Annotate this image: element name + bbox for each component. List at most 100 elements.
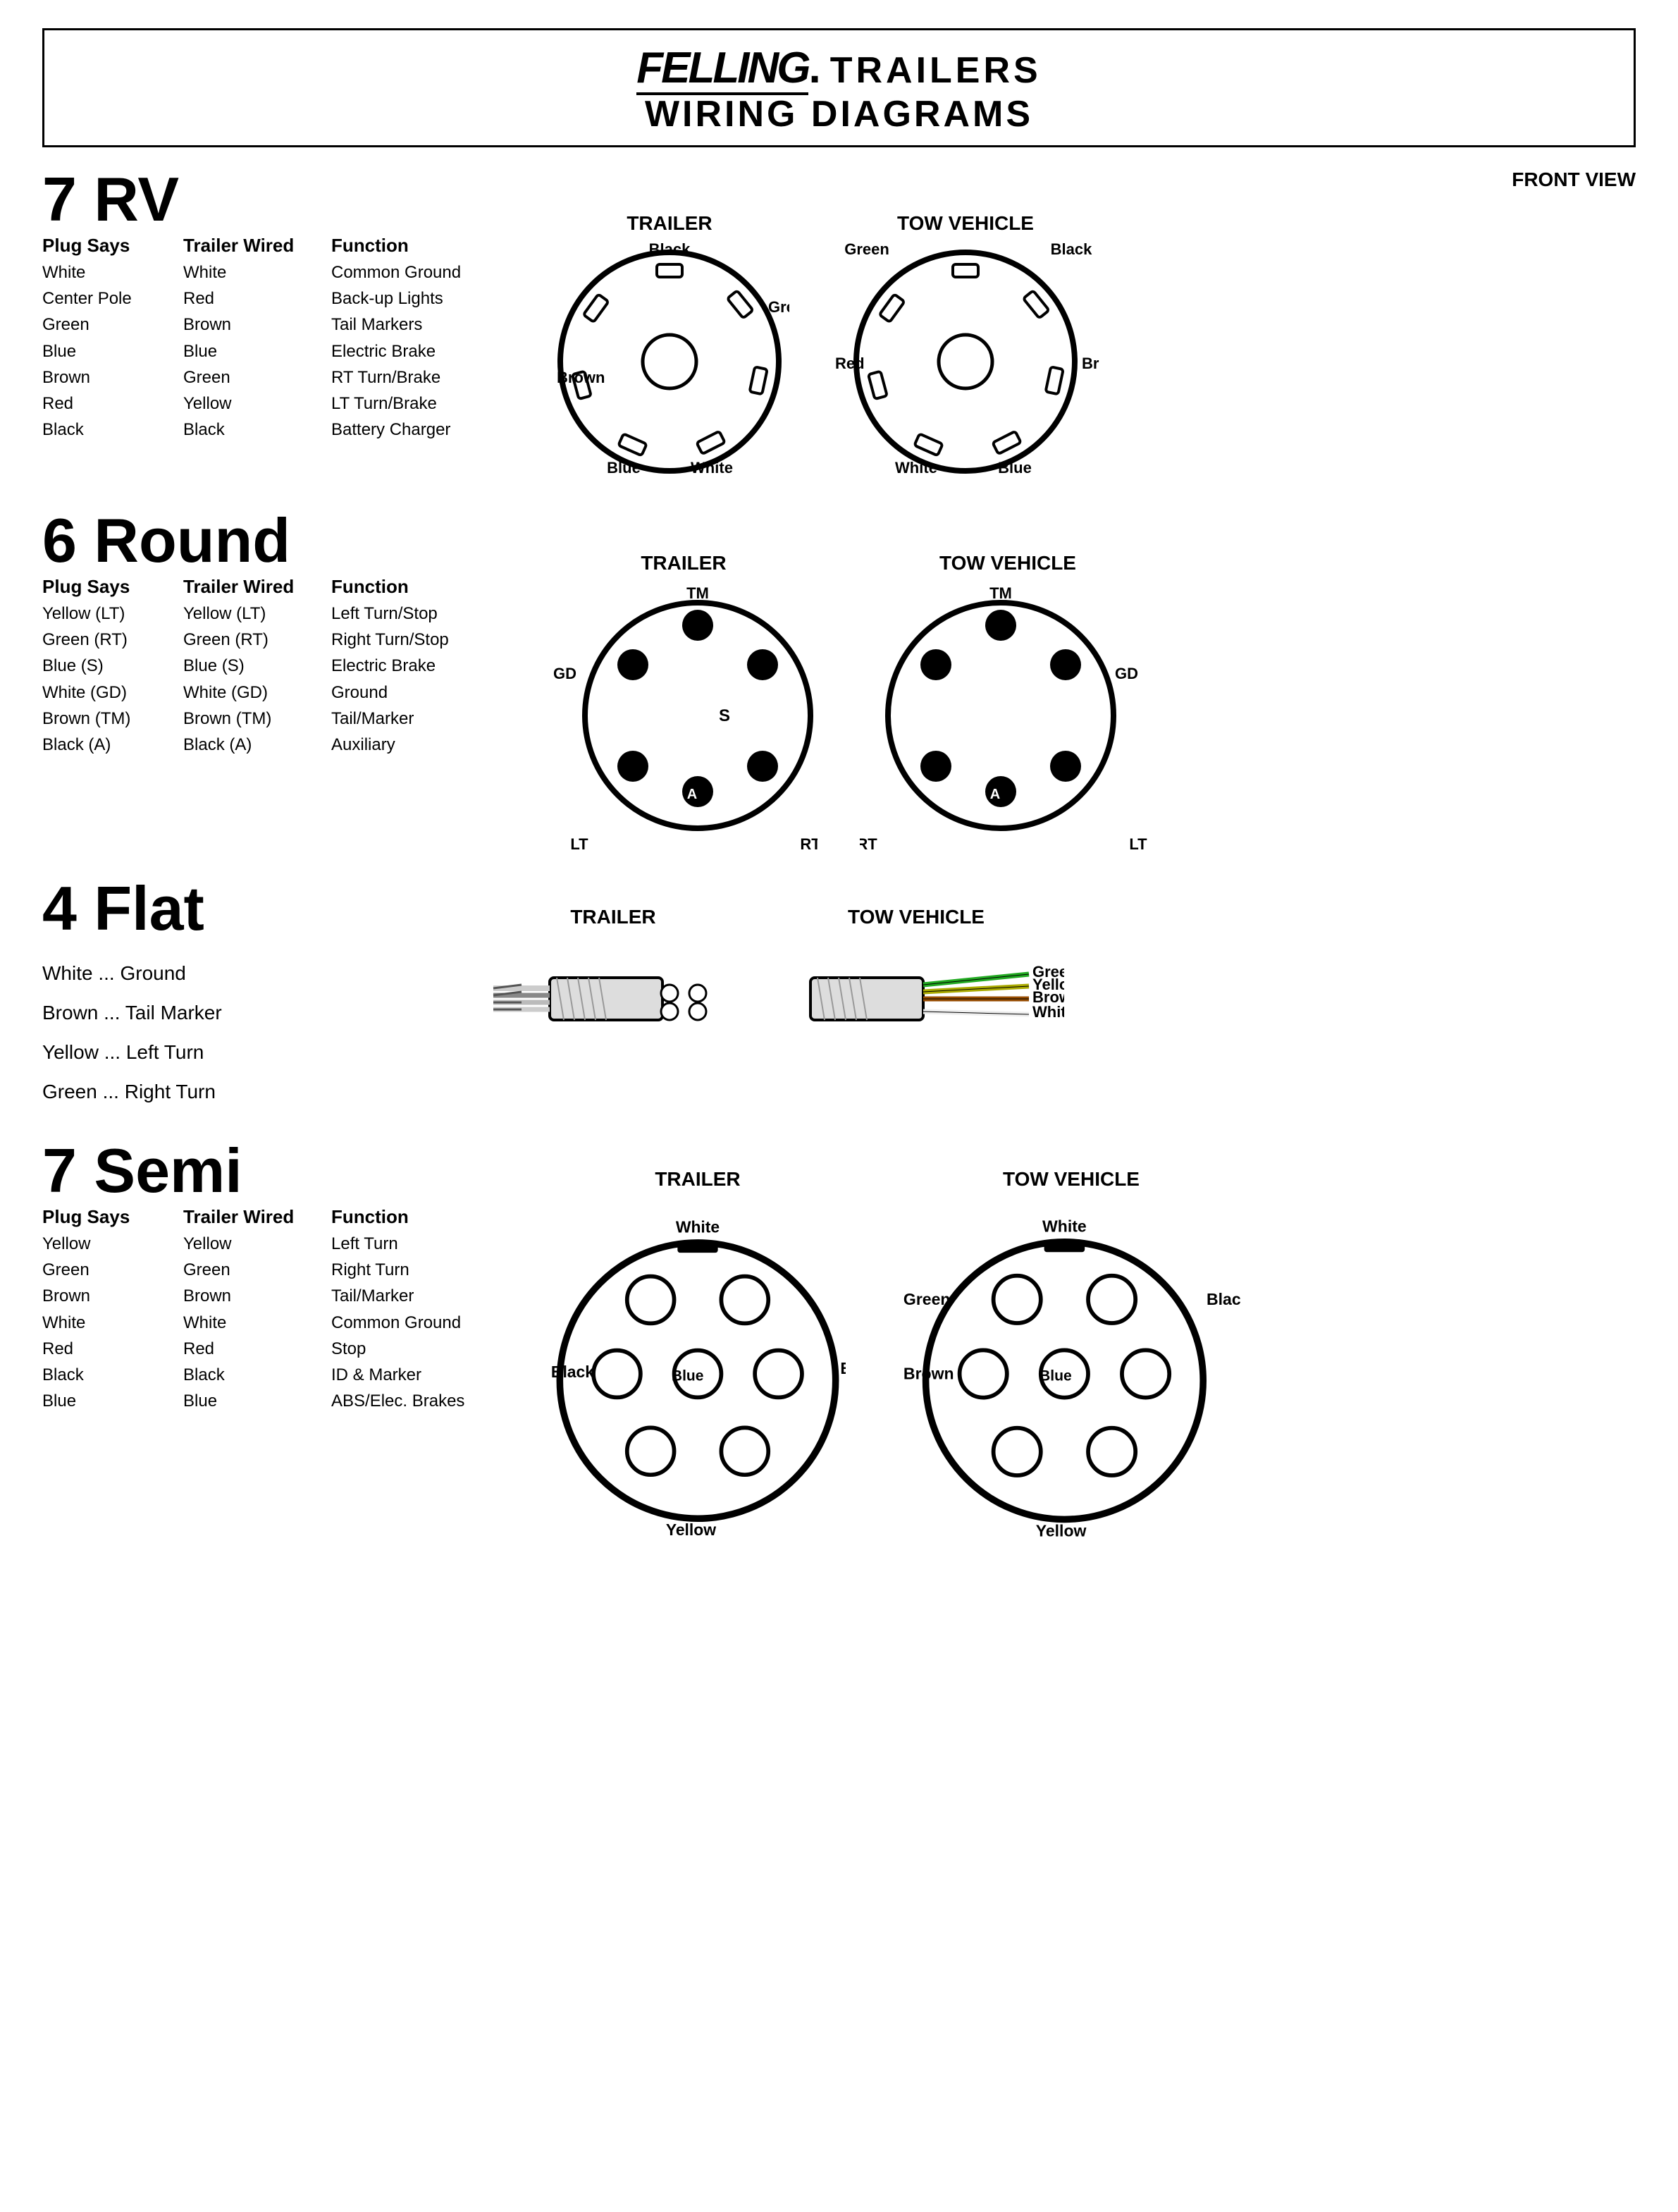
svg-text:TM: TM — [686, 584, 709, 602]
front-view-label: FRONT VIEW — [550, 168, 1636, 191]
svg-text:Yellow: Yellow — [666, 1520, 716, 1539]
svg-text:Blue: Blue — [607, 459, 641, 477]
svg-text:Blue: Blue — [998, 459, 1032, 477]
semi7-section: 7 Semi Plug Says Trailer Wired Function … — [42, 1140, 1636, 1550]
svg-text:Brown: Brown — [557, 369, 605, 386]
svg-text:Green: Green — [844, 242, 889, 258]
semi7-trailer-svg: White Black Blue Yellow Brown — [550, 1198, 846, 1550]
round6-left: 6 Round Plug Says Trailer Wired Function… — [42, 510, 550, 849]
svg-text:TM: TM — [989, 584, 1012, 602]
semi7-trailer-diagram: TRAILER — [550, 1168, 846, 1550]
svg-text:Black: Black — [1051, 242, 1092, 258]
round6-diagrams: TRAILER S — [550, 552, 1156, 849]
rv7-col-func: Function — [331, 235, 529, 257]
table-row: White (GD)White (GD)Ground — [42, 680, 529, 706]
svg-text:White: White — [895, 459, 937, 477]
table-row: BlueBlueElectric Brake — [42, 338, 529, 364]
table-row: RedRedStop — [42, 1336, 529, 1362]
round6-tow-svg: A TM GD RT LT — [860, 582, 1156, 849]
svg-text:Blue: Blue — [1040, 1368, 1072, 1384]
rv7-rows: WhiteWhiteCommon GroundCenter PoleRedBac… — [42, 259, 529, 443]
rv7-col-wired: Trailer Wired — [183, 235, 331, 257]
rv7-trailer-label: TRAILER — [627, 212, 712, 235]
table-row: YellowYellowLeft Turn — [42, 1231, 529, 1257]
svg-text:Yellow: Yellow — [1036, 1521, 1087, 1540]
round6-col-headers: Plug Says Trailer Wired Function — [42, 576, 529, 598]
svg-text:White: White — [691, 459, 733, 477]
trailers-text: TRAILERS — [830, 49, 1042, 92]
svg-text:A: A — [687, 787, 697, 802]
round6-tow-diagram: TOW VEHICLE A TM GD RT LT — [860, 552, 1156, 849]
svg-text:LT: LT — [570, 835, 588, 849]
svg-text:A: A — [990, 787, 1000, 802]
svg-text:RT: RT — [860, 835, 877, 849]
wiring-diagrams-title: WIRING DIAGRAMS — [58, 93, 1620, 135]
round6-trailer-svg: S A TM GD LT RT — [550, 582, 818, 849]
round6-trailer-diagram: TRAILER S — [550, 552, 818, 849]
rv7-trailer-diagram: TRAILER — [550, 212, 789, 481]
rv7-col-headers: Plug Says Trailer Wired Function — [42, 235, 529, 257]
semi7-col-headers: Plug Says Trailer Wired Function — [42, 1206, 529, 1228]
rv7-right: FRONT VIEW TRAILER — [550, 168, 1636, 481]
semi7-diagrams: TRAILER — [550, 1168, 1240, 1550]
semi7-col-plug: Plug Says — [42, 1206, 183, 1228]
rv7-trailer-svg: Black Green Brown Blue White — [550, 242, 789, 481]
svg-text:RT: RT — [800, 835, 818, 849]
table-row: BlueBlueABS/Elec. Brakes — [42, 1388, 529, 1414]
flat4-tow-label: TOW VEHICLE — [848, 906, 985, 928]
svg-text:GD: GD — [1115, 665, 1138, 682]
flat4-wire-2: Brown ... Tail Marker — [42, 993, 458, 1033]
table-row: Center PoleRedBack-up Lights — [42, 285, 529, 312]
svg-text:Black: Black — [649, 242, 691, 258]
table-row: Black (A)Black (A)Auxiliary — [42, 732, 529, 758]
header: FELLING. TRAILERS WIRING DIAGRAMS — [42, 28, 1636, 147]
svg-text:Black: Black — [551, 1363, 594, 1381]
round6-trailer-label: TRAILER — [641, 552, 726, 574]
semi7-rows: YellowYellowLeft TurnGreenGreenRight Tur… — [42, 1231, 529, 1414]
semi7-title: 7 Semi — [42, 1140, 529, 1202]
table-row: RedYellowLT Turn/Brake — [42, 391, 529, 417]
table-row: WhiteWhiteCommon Ground — [42, 1310, 529, 1336]
rv7-title: 7 RV — [42, 168, 529, 231]
flat4-right: TRAILER — [479, 878, 1636, 1112]
semi7-tow-label: TOW VEHICLE — [1003, 1168, 1140, 1191]
flat4-desc: White ... Ground Brown ... Tail Marker Y… — [42, 954, 458, 1112]
flat4-trailer-diagram: TRAILER — [479, 906, 747, 1062]
flat4-trailer-label: TRAILER — [570, 906, 655, 928]
table-row: Blue (S)Blue (S)Electric Brake — [42, 653, 529, 679]
flat4-tow-diagram: TOW VEHICLE — [768, 906, 1064, 1062]
rv7-tow-label: TOW VEHICLE — [897, 212, 1034, 235]
svg-text:Black: Black — [1207, 1290, 1240, 1308]
semi7-trailer-label: TRAILER — [655, 1168, 740, 1191]
round6-title: 6 Round — [42, 510, 529, 572]
flat4-wire-1: White ... Ground — [42, 954, 458, 993]
round6-section: 6 Round Plug Says Trailer Wired Function… — [42, 510, 1636, 849]
table-row: Brown (TM)Brown (TM)Tail/Marker — [42, 706, 529, 732]
svg-text:GD: GD — [553, 665, 576, 682]
svg-text:Red: Red — [835, 355, 865, 372]
svg-text:S: S — [719, 706, 730, 725]
svg-text:White: White — [1032, 1003, 1064, 1021]
rv7-col-plug: Plug Says — [42, 235, 183, 257]
svg-text:Brown: Brown — [840, 1359, 846, 1377]
flat4-trailer-svg — [479, 935, 747, 1062]
rv7-section: 7 RV Plug Says Trailer Wired Function Wh… — [42, 168, 1636, 481]
brand-name: FELLING. — [636, 43, 818, 93]
round6-col-func: Function — [331, 576, 529, 598]
table-row: BrownGreenRT Turn/Brake — [42, 364, 529, 391]
round6-right: TRAILER S — [550, 510, 1636, 849]
rv7-diagrams: TRAILER — [550, 212, 1099, 481]
svg-text:Blue: Blue — [672, 1368, 704, 1384]
rv7-left: 7 RV Plug Says Trailer Wired Function Wh… — [42, 168, 550, 481]
table-row: Green (RT)Green (RT)Right Turn/Stop — [42, 627, 529, 653]
svg-text:Brown: Brown — [1082, 355, 1099, 372]
flat4-tow-svg: Green Yellow Brown White — [768, 935, 1064, 1062]
table-row: BlackBlackID & Marker — [42, 1362, 529, 1388]
svg-text:Green: Green — [903, 1290, 951, 1308]
svg-text:White: White — [676, 1218, 720, 1236]
flat4-wire-3: Yellow ... Left Turn — [42, 1033, 458, 1072]
flat4-section: 4 Flat White ... Ground Brown ... Tail M… — [42, 878, 1636, 1112]
round6-col-wired: Trailer Wired — [183, 576, 331, 598]
svg-text:LT: LT — [1129, 835, 1147, 849]
flat4-wire-4: Green ... Right Turn — [42, 1072, 458, 1112]
